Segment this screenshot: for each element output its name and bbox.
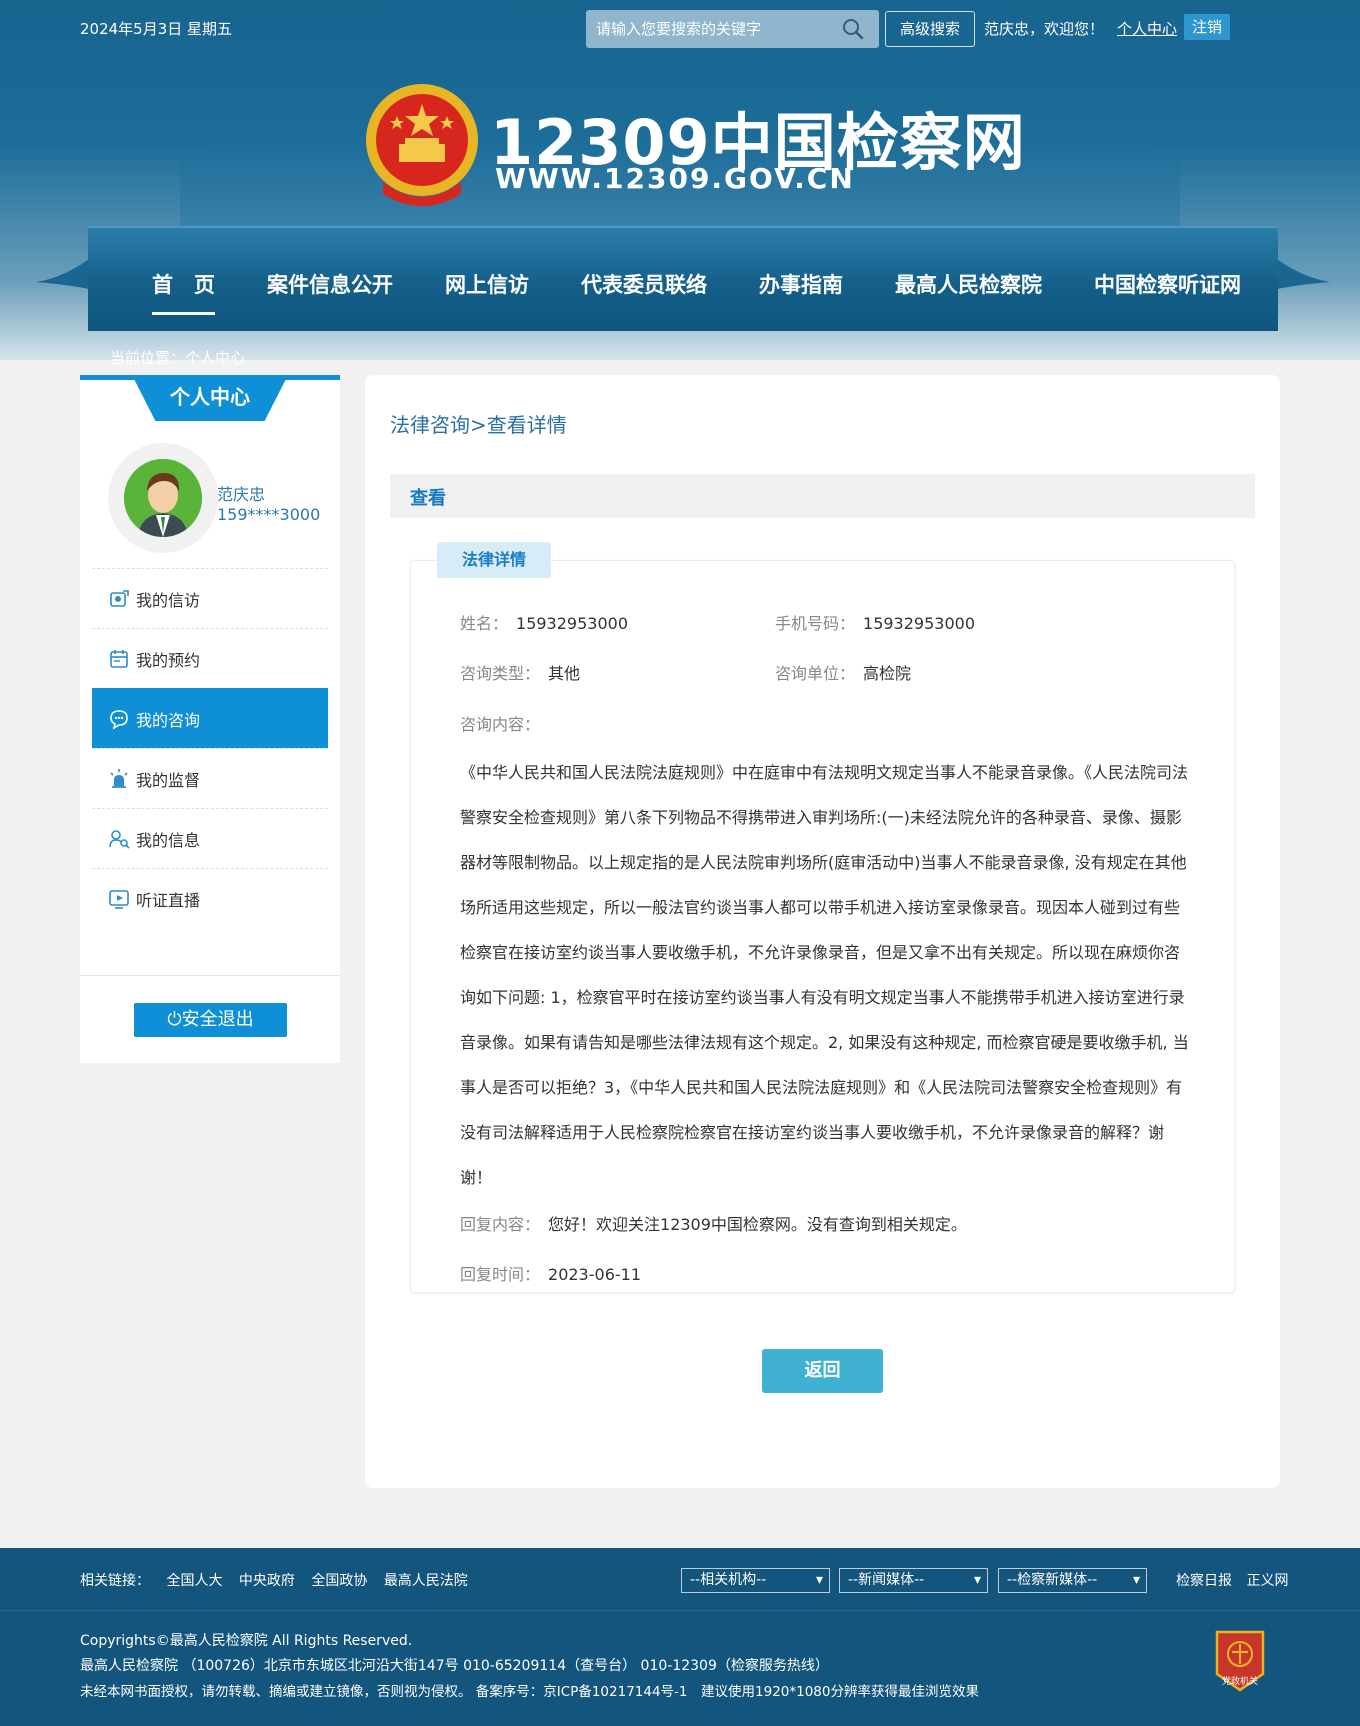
advanced-search-button[interactable]: 高级搜索 xyxy=(885,11,975,47)
reply-row: 回复内容： 您好！欢迎关注12309中国检察网。没有查询到相关规定。 xyxy=(460,1211,967,1235)
main-nav: 首 页 案件信息公开 网上信访 代表委员联络 办事指南 最高人民检察院 中国检察… xyxy=(36,226,1330,331)
welcome-text: 范庆忠，欢迎您！ xyxy=(984,20,1105,38)
sidebar-item-label: 听证直播 xyxy=(136,890,201,910)
safe-logout-button[interactable]: ⏻安全退出 xyxy=(134,1003,287,1037)
personal-center-link[interactable]: 个人中心 xyxy=(1117,18,1177,39)
sidebar-item-appointment[interactable]: 我的预约 xyxy=(92,628,328,688)
search-icon[interactable] xyxy=(841,17,865,41)
petition-icon xyxy=(110,589,129,607)
sidebar-item-label: 我的信访 xyxy=(136,590,201,610)
footer-link-cppcc[interactable]: 全国政协 xyxy=(311,1573,367,1589)
user-info-icon xyxy=(109,829,130,849)
type-label: 咨询类型： xyxy=(460,664,541,683)
nav-home[interactable]: 首 页 xyxy=(126,269,241,315)
logout-link[interactable]: 注销 xyxy=(1184,14,1231,40)
nav-guide[interactable]: 办事指南 xyxy=(733,269,869,299)
avatar xyxy=(108,443,218,553)
footer-link-gov[interactable]: 中央政府 xyxy=(239,1573,295,1589)
reply-label: 回复内容： xyxy=(460,1215,541,1234)
government-badge[interactable]: 党政机关 xyxy=(1213,1630,1267,1692)
related-links-label: 相关链接： xyxy=(80,1573,150,1589)
sidebar-item-label: 我的预约 xyxy=(136,650,201,670)
footer-link-court[interactable]: 最高人民法院 xyxy=(384,1573,468,1589)
play-icon xyxy=(109,889,129,909)
type-value: 其他 xyxy=(548,664,581,683)
phone-row: 手机号码： 15932953000 xyxy=(775,610,975,634)
sidebar-item-hearing-live[interactable]: 听证直播 xyxy=(92,868,328,928)
footer-right-links: 检察日报 正义网 xyxy=(1166,1570,1288,1590)
user-phone: 159****3000 xyxy=(217,505,321,524)
sidebar-item-label: 我的咨询 xyxy=(136,710,201,730)
type-row: 咨询类型： 其他 xyxy=(460,660,580,684)
reply-value: 您好！欢迎关注12309中国检察网。没有查询到相关规定。 xyxy=(548,1215,967,1234)
consultation-content: 《中华人民共和国人民法院法庭规则》中在庭审中有法规明文规定当事人不能录音录像。《… xyxy=(460,763,1189,1187)
safe-logout-label: 安全退出 xyxy=(181,1009,254,1030)
sidebar-item-label: 我的监督 xyxy=(136,770,201,790)
nav-supreme-procuratorate[interactable]: 最高人民检察院 xyxy=(869,269,1068,299)
tab-legal-details[interactable]: 法律详情 xyxy=(437,542,551,578)
phone-label: 手机号码： xyxy=(775,614,856,633)
power-icon: ⏻ xyxy=(167,1009,182,1030)
notice: 未经本网书面授权，请勿转载、摘编或建立镜像，否则视为侵权。 备案序号：京ICP备… xyxy=(80,1684,979,1700)
site-header: 2024年5月3日 星期五 高级搜索 范庆忠，欢迎您！ 个人中心 注销 1230… xyxy=(0,0,1360,360)
sidebar-divider xyxy=(80,975,340,976)
nav-online-petition[interactable]: 网上信访 xyxy=(419,269,555,299)
sidebar-item-petition[interactable]: 我的信访 xyxy=(92,568,328,628)
sidebar-menu: 我的信访 我的预约 我的咨询 我的监督 我的信息 听证直播 xyxy=(92,568,328,928)
unit-label: 咨询单位： xyxy=(775,664,856,683)
breadcrumb: 当前位置：个人中心 xyxy=(110,349,246,367)
user-avatar-icon xyxy=(124,459,202,537)
calendar-icon xyxy=(110,649,128,668)
sidebar-item-consultation[interactable]: 我的咨询 xyxy=(92,688,328,748)
related-institutions-select[interactable]: --相关机构-- xyxy=(681,1568,830,1593)
address: 最高人民检察院 （100726）北京市东城区北河沿大街147号 010-6520… xyxy=(80,1658,829,1674)
reply-time-row: 回复时间： 2023-06-11 xyxy=(460,1261,641,1285)
view-header: 查看 xyxy=(390,474,1255,518)
content-label-row: 咨询内容： xyxy=(460,711,548,735)
nav-hearing-site[interactable]: 中国检察听证网 xyxy=(1068,269,1267,299)
phone-value: 15932953000 xyxy=(863,614,975,633)
national-emblem-icon[interactable] xyxy=(363,82,481,206)
search-input[interactable] xyxy=(596,10,826,48)
view-label: 查看 xyxy=(410,488,446,509)
footer-links-bar: 相关链接： 全国人大 中央政府 全国政协 最高人民法院 --相关机构-- --新… xyxy=(0,1548,1360,1611)
procuratorate-media-select[interactable]: --检察新媒体-- xyxy=(998,1568,1147,1593)
nav-case-info[interactable]: 案件信息公开 xyxy=(241,269,419,299)
back-button[interactable]: 返回 xyxy=(762,1349,883,1393)
name-value: 15932953000 xyxy=(516,614,628,633)
main-panel: 法律咨询>查看详情 查看 法律详情 姓名： 15932953000 手机号码： 15… xyxy=(365,375,1280,1488)
current-date: 2024年5月3日 星期五 xyxy=(80,20,233,38)
name-row: 姓名： 15932953000 xyxy=(460,610,628,634)
name-label: 姓名： xyxy=(460,614,509,633)
sidebar-item-label: 我的信息 xyxy=(136,830,201,850)
nav-items: 首 页 案件信息公开 网上信访 代表委员联络 办事指南 最高人民检察院 中国检察… xyxy=(126,264,1256,315)
reply-time-value: 2023-06-11 xyxy=(548,1265,641,1284)
sidebar-title: 个人中心 xyxy=(132,375,288,421)
sidebar-item-supervision[interactable]: 我的监督 xyxy=(92,748,328,808)
user-name: 范庆忠 xyxy=(217,485,266,504)
copyright: Copyrights©最高人民检察院 All Rights Reserved. xyxy=(80,1633,413,1649)
footer-link-justice[interactable]: 正义网 xyxy=(1246,1573,1288,1589)
alarm-icon xyxy=(110,768,128,788)
nav-representative-contact[interactable]: 代表委员联络 xyxy=(555,269,733,299)
footer-link-npc[interactable]: 全国人大 xyxy=(166,1573,222,1589)
chat-icon xyxy=(110,709,128,730)
reply-time-label: 回复时间： xyxy=(460,1265,541,1284)
related-links: 相关链接： 全国人大 中央政府 全国政协 最高人民法院 xyxy=(80,1570,480,1590)
content-label: 咨询内容： xyxy=(460,715,541,734)
badge-label: 党政机关 xyxy=(1221,1677,1258,1687)
news-media-select[interactable]: --新闻媒体-- xyxy=(839,1568,988,1593)
unit-row: 咨询单位： 高检院 xyxy=(775,660,911,684)
site-footer: 相关链接： 全国人大 中央政府 全国政协 最高人民法院 --相关机构-- --新… xyxy=(0,1548,1360,1726)
avatar-image xyxy=(124,459,202,537)
site-url: WWW.12309.GOV.CN xyxy=(495,162,855,195)
sidebar-item-my-info[interactable]: 我的信息 xyxy=(92,808,328,868)
sidebar: 个人中心 范庆忠 159****3000 我的信访 我的预约 我的咨询 我的监督… xyxy=(80,375,340,1063)
footer-link-daily[interactable]: 检察日报 xyxy=(1176,1573,1232,1589)
unit-value: 高检院 xyxy=(863,664,912,683)
page-title: 法律咨询>查看详情 xyxy=(390,413,567,437)
search-box xyxy=(586,10,879,48)
